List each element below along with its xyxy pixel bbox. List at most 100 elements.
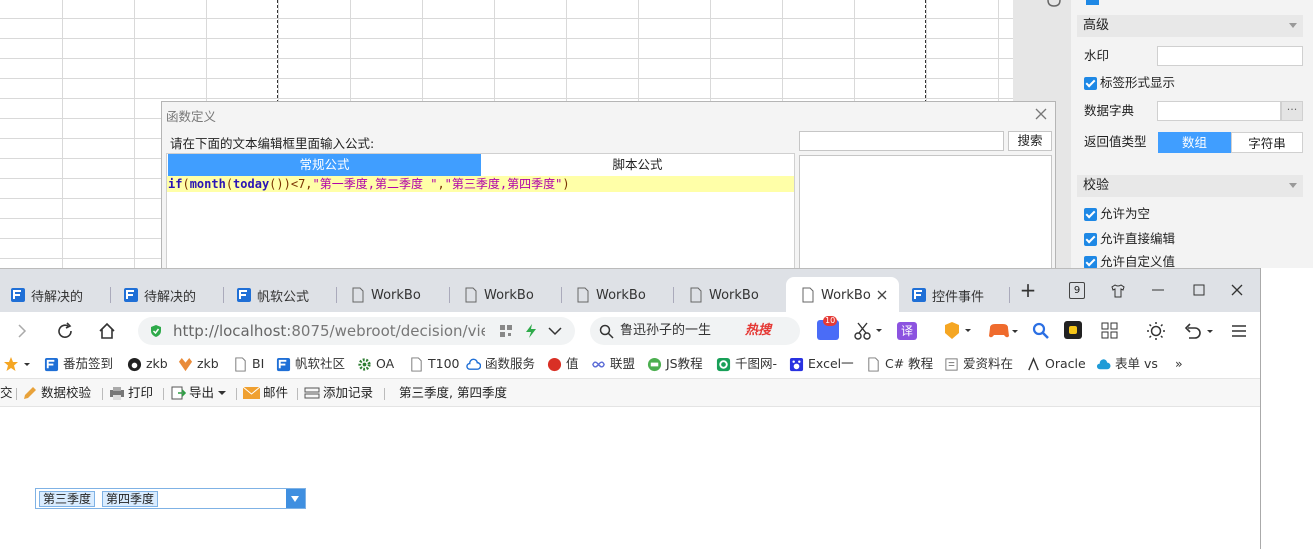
bookmark-label: Excel一 [808, 356, 854, 371]
brightness-icon[interactable] [1146, 321, 1166, 341]
bookmark-item[interactable]: BI [233, 350, 264, 378]
browser-tab-active[interactable]: WorkBo [786, 277, 899, 313]
browser-tab[interactable]: 待解决的 [123, 277, 221, 313]
close-icon[interactable] [877, 290, 887, 300]
star-icon[interactable] [3, 356, 31, 372]
lightning-icon[interactable] [525, 324, 537, 338]
bookmark-item[interactable]: 番茄签到 [44, 350, 113, 378]
email-label: 邮件 [263, 385, 289, 400]
print-button[interactable]: 打印 [109, 379, 153, 407]
section-validation[interactable]: 校验 [1077, 175, 1303, 197]
game-controller-icon[interactable] [988, 322, 1020, 340]
js-icon [647, 357, 662, 371]
chevron-down-icon[interactable] [548, 326, 562, 336]
scissors-icon[interactable] [854, 322, 884, 340]
formula-editor-panel: 常规公式 脚本公式 if(month(today())<7,"第一季度,第二季度… [166, 153, 795, 273]
bookmarks-overflow[interactable]: » [1175, 350, 1183, 378]
allow-empty-checkbox[interactable]: 允许为空 [1084, 205, 1150, 223]
browser-search-box[interactable]: 鲁迅孙子的一生 热搜 [590, 317, 800, 345]
tab-regular-formula[interactable]: 常规公式 [168, 154, 481, 176]
dropdown-trigger-button[interactable] [286, 489, 305, 508]
browser-tab[interactable]: 待解决的 [10, 277, 108, 313]
function-search-input[interactable] [799, 131, 1004, 151]
tab-separator [1009, 287, 1010, 303]
home-icon[interactable] [98, 322, 116, 340]
bookmark-item[interactable]: Oracle [1026, 350, 1086, 378]
data-validation-button[interactable]: 数据校验 [22, 379, 91, 407]
browser-tab[interactable]: 控件事件 [911, 277, 1003, 313]
bookmark-item[interactable]: 爱资料在 [944, 350, 1013, 378]
translate-icon[interactable]: 译 [897, 322, 917, 340]
hot-search-label[interactable]: 热搜 [745, 317, 771, 345]
selected-tag[interactable]: 第四季度 [102, 491, 159, 507]
bookmark-item[interactable]: JS教程 [647, 350, 703, 378]
checkbox-checked-icon [1084, 232, 1097, 246]
qr-icon[interactable] [500, 325, 512, 337]
formula-text-editor[interactable]: if(month(today())<7,"第一季度,第二季度 ","第三季度,第… [167, 176, 794, 192]
coin-icon[interactable] [943, 321, 973, 341]
bookmark-label: 联盟 [610, 356, 636, 371]
browser-tab[interactable]: WorkBo [575, 277, 665, 313]
close-icon[interactable] [1034, 107, 1048, 121]
menu-icon[interactable] [1231, 324, 1247, 338]
apps-grid-icon[interactable] [1101, 322, 1119, 340]
browser-tab[interactable]: WorkBo [688, 277, 778, 313]
bookmark-item[interactable]: C# 教程 [866, 350, 933, 378]
browser-tab[interactable]: WorkBo [350, 277, 440, 313]
selected-tag[interactable]: 第三季度 [39, 491, 96, 507]
forward-icon[interactable] [16, 323, 28, 339]
bookmark-item[interactable]: zkb [178, 350, 219, 378]
data-dictionary-button[interactable]: ··· [1281, 101, 1303, 121]
minimize-icon[interactable] [1151, 283, 1165, 297]
bookmark-item[interactable]: 帆软社区 [276, 350, 345, 378]
browser-tab[interactable]: 帆软公式 [236, 277, 334, 313]
chevron-down-icon [1289, 183, 1297, 188]
return-type-string[interactable]: 字符串 [1231, 132, 1303, 153]
print-label: 打印 [128, 385, 154, 400]
watermark-input[interactable] [1157, 46, 1303, 66]
allow-direct-edit-checkbox[interactable]: 允许直接编辑 [1084, 230, 1175, 248]
function-list[interactable] [799, 155, 1052, 275]
section-advanced[interactable]: 高级 [1077, 15, 1303, 37]
formula-token: ( [182, 177, 190, 191]
yellow-badge-icon[interactable] [1064, 321, 1082, 339]
browser-tab[interactable]: WorkBo [463, 277, 553, 313]
undo-icon[interactable] [1183, 322, 1217, 340]
checkbox-partial[interactable] [1086, 0, 1099, 5]
bookmark-item[interactable]: 表单 vs [1096, 350, 1158, 378]
close-icon[interactable] [1230, 283, 1244, 297]
magnifier-icon[interactable] [1032, 322, 1050, 340]
bookmark-item[interactable]: OA [357, 350, 394, 378]
bookmark-item[interactable]: 千图网- [716, 350, 777, 378]
formula-token: today [233, 177, 270, 191]
search-button[interactable]: 搜索 [1008, 131, 1052, 151]
tag-display-checkbox[interactable]: 标签形式显示 [1084, 74, 1175, 92]
bookmark-item[interactable]: 联盟 [591, 350, 635, 378]
bookmark-item[interactable]: zkb [127, 350, 168, 378]
page-icon [690, 287, 702, 303]
export-button[interactable]: 导出 [170, 379, 227, 407]
maximize-icon[interactable] [1192, 283, 1206, 297]
checkbox-checked-icon [1084, 255, 1097, 269]
tab-script-formula[interactable]: 脚本公式 [481, 154, 794, 176]
browser-tab-label: WorkBo [484, 287, 534, 303]
new-tab-button[interactable]: + [1020, 278, 1037, 302]
bookmark-item[interactable]: 函数服务 [466, 350, 535, 378]
reload-icon[interactable] [56, 322, 74, 340]
shirt-icon[interactable] [1110, 283, 1126, 299]
extension-icon[interactable]: 10 [817, 316, 839, 340]
bookmark-label: JS教程 [666, 356, 703, 371]
bookmark-item[interactable]: 值 [547, 350, 579, 378]
return-type-array[interactable]: 数组 [1158, 132, 1231, 153]
toolbar-partial-item[interactable]: 交 [0, 379, 13, 407]
bookmark-item[interactable]: T100 [409, 350, 460, 378]
section-validation-label: 校验 [1083, 178, 1110, 193]
toolbar-separator [163, 388, 164, 400]
data-dictionary-input[interactable] [1157, 101, 1281, 121]
bookmark-item[interactable]: Excel一 [789, 350, 854, 378]
add-record-button[interactable]: 添加记录 [304, 379, 373, 407]
email-button[interactable]: 邮件 [243, 379, 288, 407]
address-bar[interactable]: http://localhost:8075/webroot/decision/v… [138, 317, 575, 345]
tab-count-badge[interactable]: 9 [1069, 282, 1085, 299]
tag-combobox[interactable]: 第三季度 第四季度 [35, 488, 306, 509]
